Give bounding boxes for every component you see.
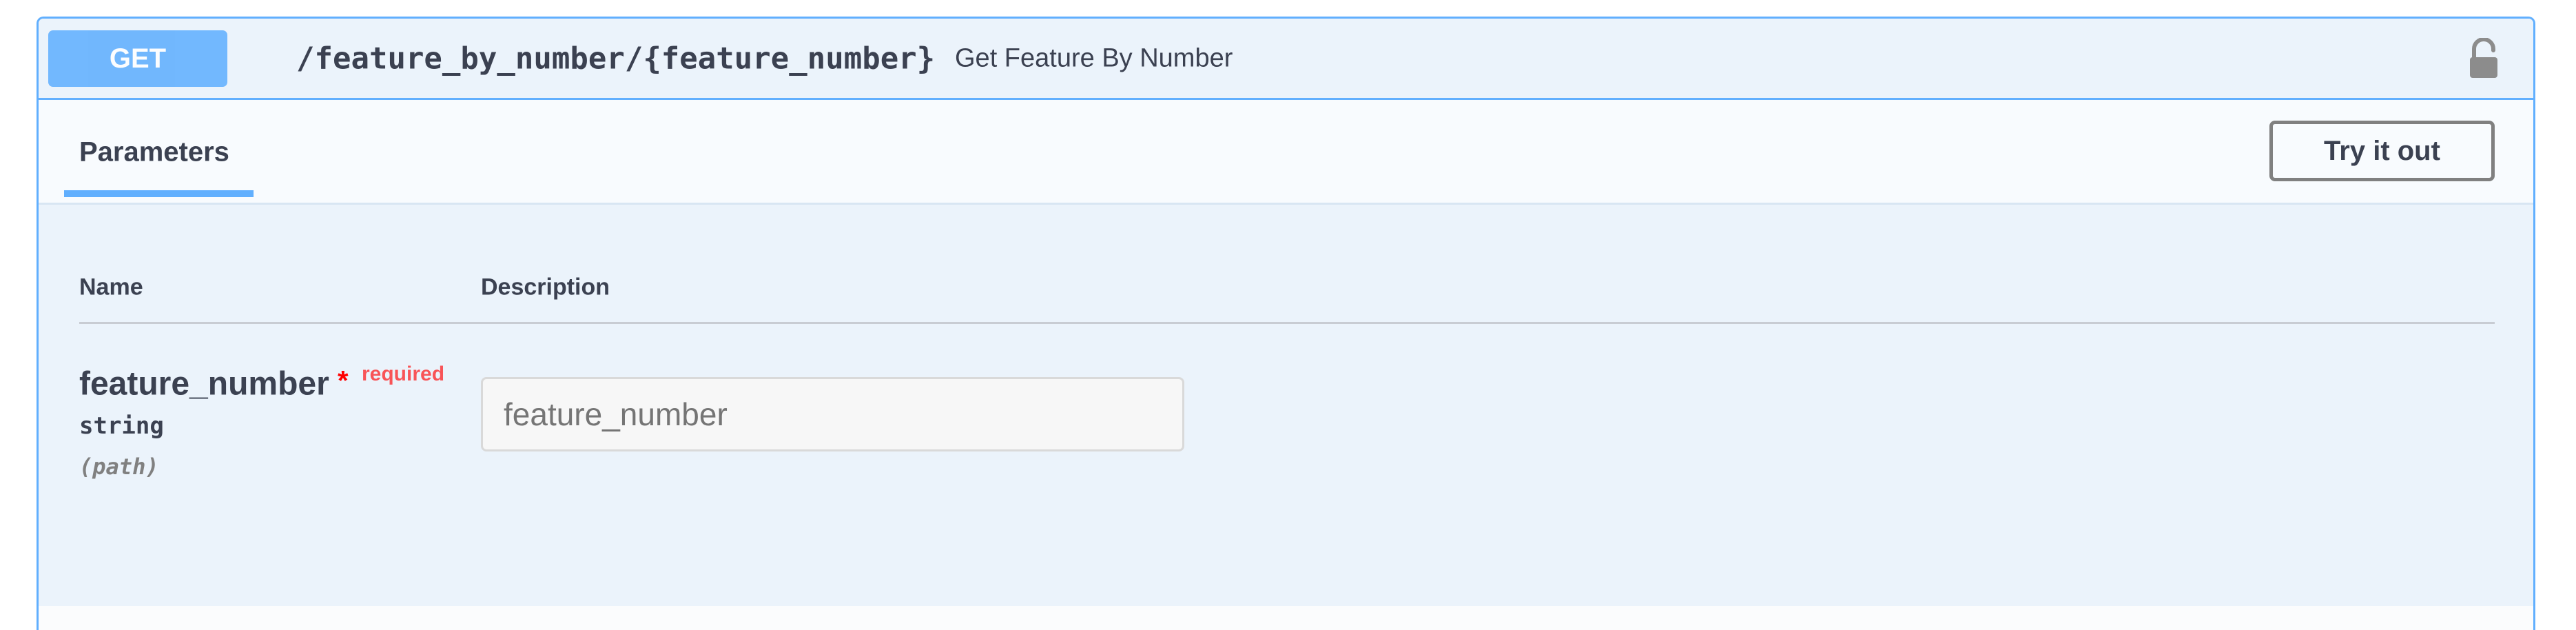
parameter-name: feature_number (79, 365, 329, 403)
header-divider (79, 322, 2495, 324)
tab-parameters[interactable]: Parameters (64, 100, 254, 203)
active-tab-indicator (64, 190, 254, 197)
try-it-out-button[interactable]: Try it out (2269, 121, 2495, 181)
http-method-badge: GET (48, 30, 227, 87)
operation-summary-text: Get Feature By Number (955, 43, 1233, 73)
parameter-type: string (79, 412, 164, 440)
tab-parameters-label: Parameters (79, 136, 229, 167)
required-star: * (338, 365, 349, 396)
feature-number-input[interactable] (481, 377, 1184, 451)
endpoint-path: /feature_by_number/{feature_number} (296, 41, 936, 77)
operation-summary[interactable]: GET /feature_by_number/{feature_number} … (39, 19, 2533, 100)
tab-header: Parameters Try it out (39, 100, 2533, 205)
column-header-name: Name (79, 274, 143, 301)
unlocked-padlock-icon[interactable] (2467, 37, 2500, 79)
responses-section-edge (39, 606, 2533, 630)
parameters-table: Name Description feature_number * requir… (39, 205, 2533, 591)
parameter-location: (path) (79, 454, 159, 480)
required-label: required (362, 363, 445, 385)
column-header-description: Description (481, 274, 610, 301)
operation-block-get: GET /feature_by_number/{feature_number} … (37, 17, 2535, 630)
